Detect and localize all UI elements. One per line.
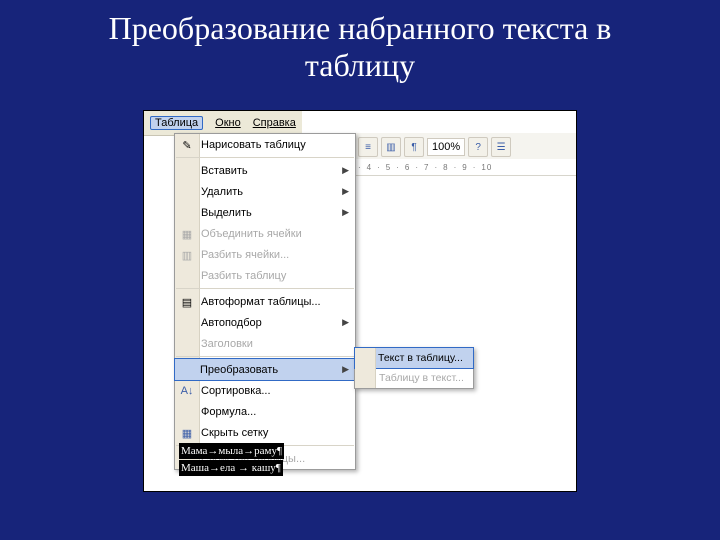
menu-help[interactable]: Справка — [253, 117, 296, 129]
separator — [176, 157, 354, 158]
document-area — [354, 177, 576, 491]
ruler: · 4 · 5 · 6 · 7 · 8 · 9 · 10 — [354, 159, 576, 176]
doc-line-2: Маша→ела → кашу¶ — [179, 460, 283, 476]
paragraph-marks-icon[interactable]: ¶ — [404, 137, 424, 157]
menu-item-select[interactable]: Выделить▶ — [175, 202, 355, 223]
menu-item-delete[interactable]: Удалить▶ — [175, 181, 355, 202]
document-selected-text: Мама→мыла→раму¶ Маша→ела → кашу¶ — [179, 443, 284, 477]
grid-icon: ▦ — [179, 425, 195, 441]
pencil-icon: ✎ — [179, 137, 195, 153]
read-icon[interactable]: ☰ — [491, 137, 511, 157]
columns-icon[interactable]: ▥ — [381, 137, 401, 157]
toolbar: ≡ ▥ ¶ 100% ? ☰ — [354, 133, 576, 162]
line-spacing-icon[interactable]: ≡ — [358, 137, 378, 157]
separator — [176, 356, 354, 357]
menu-item-sort[interactable]: A↓ Сортировка... — [175, 380, 355, 401]
submenu-icon-strip — [355, 348, 376, 388]
help-icon[interactable]: ? — [468, 137, 488, 157]
doc-line-1: Мама→мыла→раму¶ — [179, 443, 284, 459]
menu-item-autoformat[interactable]: ▤ Автоформат таблицы... — [175, 291, 355, 312]
slide-title-line2: таблицу — [305, 47, 415, 83]
merge-icon: ▦ — [179, 226, 195, 242]
chevron-right-icon: ▶ — [342, 207, 349, 218]
menu-item-hide-grid[interactable]: ▦ Скрыть сетку — [175, 422, 355, 443]
zoom-combo[interactable]: 100% — [427, 138, 465, 156]
chevron-right-icon: ▶ — [342, 186, 349, 197]
chevron-right-icon: ▶ — [342, 165, 349, 176]
table-menu: ✎ Нарисовать таблицу Вставить▶ Удалить▶ … — [174, 133, 356, 470]
menu-item-convert[interactable]: Преобразовать▶ — [174, 358, 356, 381]
menu-item-split-cells: ▥ Разбить ячейки... — [175, 244, 355, 265]
sort-icon: A↓ — [179, 383, 195, 399]
menu-window[interactable]: Окно — [215, 117, 241, 129]
autoformat-icon: ▤ — [179, 294, 195, 310]
split-icon: ▥ — [179, 247, 195, 263]
menu-item-formula[interactable]: Формула... — [175, 401, 355, 422]
menu-item-draw-table[interactable]: ✎ Нарисовать таблицу — [175, 134, 355, 155]
chevron-right-icon: ▶ — [342, 364, 349, 375]
separator — [176, 288, 354, 289]
convert-submenu: Текст в таблицу... Таблицу в текст... — [354, 347, 474, 389]
menu-table[interactable]: Таблица — [150, 116, 203, 130]
menu-item-merge: ▦ Объединить ячейки — [175, 223, 355, 244]
menu-item-autofit[interactable]: Автоподбор▶ — [175, 312, 355, 333]
chevron-right-icon: ▶ — [342, 317, 349, 328]
menu-item-insert[interactable]: Вставить▶ — [175, 160, 355, 181]
menu-item-headings: Заголовки — [175, 333, 355, 354]
word-screenshot: Таблица Окно Справка ≡ ▥ ¶ 100% ? ☰ · 4 … — [143, 110, 577, 492]
slide-title-line1: Преобразование набранного текста в — [109, 10, 612, 46]
menu-item-split-table: Разбить таблицу — [175, 265, 355, 286]
